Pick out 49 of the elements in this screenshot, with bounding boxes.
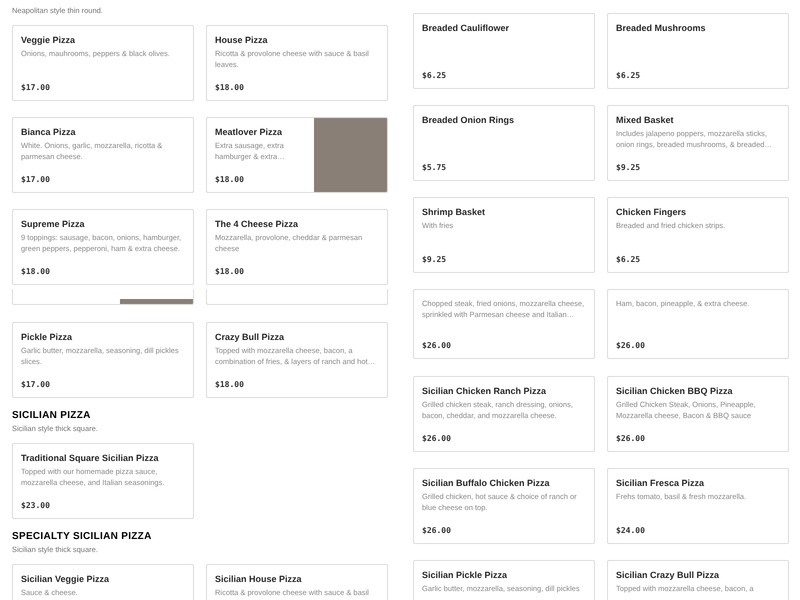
section-heading: SICILIAN PIZZA xyxy=(12,410,92,422)
item-name: Breaded Onion Rings xyxy=(422,114,516,126)
item-price: $17.00 xyxy=(21,175,51,185)
item-price: $26.00 xyxy=(422,341,452,351)
item-name: Sicilian Veggie Pizza xyxy=(21,573,110,585)
item-name: Crazy Bull Pizza xyxy=(215,331,286,343)
item-name: Traditional Square Sicilian Pizza xyxy=(21,452,160,464)
item-name: Meatlover Pizza xyxy=(215,126,284,138)
item-name: Breaded Mushrooms xyxy=(616,22,707,34)
item-name: Sicilian Fresca Pizza xyxy=(616,477,706,489)
menu-item-card[interactable]: Breaded Mushrooms $6.25 xyxy=(607,13,789,89)
item-price: $6.25 xyxy=(422,71,448,81)
item-name: Sicilian Crazy Bull Pizza xyxy=(616,569,720,581)
menu-item-card[interactable]: Breaded Cauliflower $6.25 xyxy=(413,13,595,89)
item-name: Breaded Cauliflower xyxy=(422,22,510,34)
item-name: Sicilian Buffalo Chicken Pizza xyxy=(422,477,551,489)
item-price: $5.75 xyxy=(422,163,448,173)
item-price: $9.25 xyxy=(616,163,642,173)
item-name: Veggie Pizza xyxy=(21,34,76,46)
item-name: Mixed Basket xyxy=(616,114,675,126)
item-name: Sicilian Pickle Pizza xyxy=(422,569,508,581)
item-name: Pickle Pizza xyxy=(21,331,74,343)
item-price: $17.00 xyxy=(21,83,51,93)
item-price: $18.00 xyxy=(215,267,245,277)
section-heading: SPECIALTY SICILIAN PIZZA xyxy=(12,531,153,543)
item-name: Sicilian House Pizza xyxy=(215,573,303,585)
item-price: $26.00 xyxy=(616,434,646,444)
item-price: $6.25 xyxy=(616,71,642,81)
item-price: $18.00 xyxy=(215,83,245,93)
item-price: $6.25 xyxy=(616,255,642,265)
item-name: The 4 Cheese Pizza xyxy=(215,218,300,230)
item-price: $18.00 xyxy=(215,175,245,185)
item-price: $18.00 xyxy=(215,380,245,390)
item-price: $26.00 xyxy=(422,434,452,444)
item-price: $18.00 xyxy=(21,267,51,277)
item-name: House Pizza xyxy=(215,34,269,46)
item-price: $26.00 xyxy=(422,526,452,536)
item-name: Chicken Fingers xyxy=(616,206,688,218)
item-price: $23.00 xyxy=(21,501,51,511)
item-name: Bianca Pizza xyxy=(21,126,77,138)
item-name: Sicilian Chicken BBQ Pizza xyxy=(616,385,734,397)
item-name: Supreme Pizza xyxy=(21,218,86,230)
item-price: $9.25 xyxy=(422,255,448,265)
item-name: Sicilian Chicken Ranch Pizza xyxy=(422,385,548,397)
item-price: $24.00 xyxy=(616,526,646,536)
menu-item-card[interactable]: Breaded Onion Rings $5.75 xyxy=(413,105,595,181)
item-name: Shrimp Basket xyxy=(422,206,486,218)
item-price: $26.00 xyxy=(616,341,646,351)
item-price: $17.00 xyxy=(21,380,51,390)
